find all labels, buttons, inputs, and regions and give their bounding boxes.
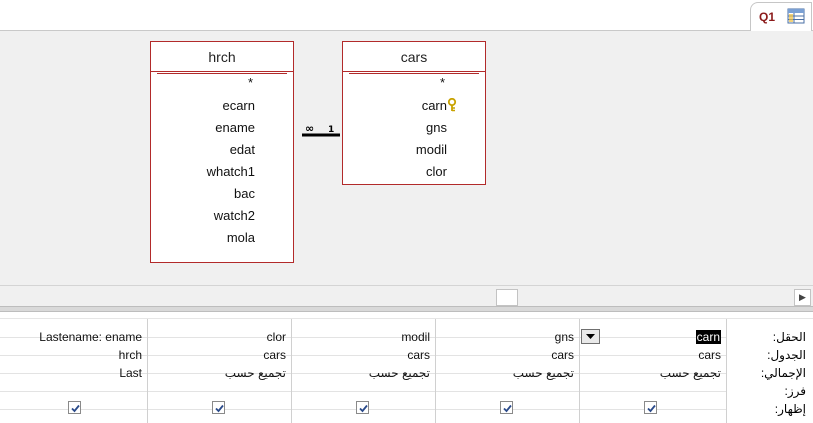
relationship-line[interactable]: ∞ 1 <box>302 122 340 142</box>
query-table-icon <box>787 8 805 24</box>
row-labels: الحقل: الجدول: الإجمالي: فرز: إظهار: <box>727 319 813 423</box>
show-checkbox[interactable] <box>212 401 225 414</box>
show-checkbox[interactable] <box>644 401 657 414</box>
field-modil[interactable]: modil <box>416 139 447 161</box>
table-cars-title[interactable]: cars <box>343 42 485 74</box>
field-whatch1[interactable]: whatch1 <box>207 161 255 183</box>
field-all[interactable]: * <box>440 72 445 94</box>
field-carn[interactable]: carn <box>422 95 447 117</box>
cell-table[interactable]: cars <box>148 346 289 364</box>
field-bac[interactable]: bac <box>234 183 255 205</box>
cell-table[interactable]: cars <box>436 346 577 364</box>
field-mola[interactable]: mola <box>227 227 255 249</box>
row-label-show: إظهار: <box>774 402 806 416</box>
cell-table[interactable]: hrch <box>4 346 145 364</box>
show-checkbox[interactable] <box>500 401 513 414</box>
show-checkbox[interactable] <box>68 401 81 414</box>
grid-column-3[interactable]: modil cars تجميع حسب <box>292 319 436 423</box>
document-tab-bar: Q1 <box>0 0 813 31</box>
primary-key-icon <box>447 97 457 112</box>
field-ecarn[interactable]: ecarn <box>222 95 255 117</box>
row-label-table: الجدول: <box>767 348 806 362</box>
tab-label: Q1 <box>759 10 776 24</box>
grid-column-2[interactable]: gns cars تجميع حسب <box>436 319 580 423</box>
table-cars[interactable]: cars * carn gns modil clor <box>342 41 486 185</box>
cell-total[interactable]: تجميع حسب <box>580 364 724 382</box>
column-selector-strip[interactable] <box>0 312 813 319</box>
cell-table[interactable]: cars <box>292 346 433 364</box>
grid-column-1[interactable]: carn cars تجميع حسب <box>580 319 727 423</box>
cell-field[interactable]: gns <box>436 328 577 346</box>
chevron-down-icon <box>586 334 595 339</box>
cell-field[interactable]: carn <box>580 328 724 346</box>
many-symbol: ∞ <box>305 122 314 135</box>
field-edat[interactable]: edat <box>230 139 255 161</box>
cell-total[interactable]: تجميع حسب <box>148 364 289 382</box>
row-label-sort: فرز: <box>784 384 807 398</box>
field-all[interactable]: * <box>248 72 253 94</box>
show-checkbox[interactable] <box>356 401 369 414</box>
row-label-field: الحقل: <box>772 330 806 344</box>
cell-total[interactable]: تجميع حسب <box>292 364 433 382</box>
one-symbol: 1 <box>328 125 334 135</box>
cell-field[interactable]: Lastename: ename <box>4 328 145 346</box>
grid-column-4[interactable]: clor cars تجميع حسب <box>148 319 292 423</box>
query-design-pane[interactable]: hrch * ecarn ename edat whatch1 bac watc… <box>0 31 813 285</box>
field-clor[interactable]: clor <box>426 161 447 183</box>
tab-q1[interactable]: Q1 <box>750 2 812 31</box>
field-ename[interactable]: ename <box>215 117 255 139</box>
cell-total[interactable]: Last <box>4 364 145 382</box>
cell-field[interactable]: modil <box>292 328 433 346</box>
table-hrch[interactable]: hrch * ecarn ename edat whatch1 bac watc… <box>150 41 294 263</box>
cell-total[interactable]: تجميع حسب <box>436 364 577 382</box>
scroll-right-arrow-icon[interactable]: ▶ <box>794 289 811 306</box>
field-gns[interactable]: gns <box>426 117 447 139</box>
table-hrch-title[interactable]: hrch <box>151 42 293 74</box>
design-horizontal-scrollbar[interactable]: ▶ <box>0 285 813 306</box>
query-design-grid[interactable]: carn cars تجميع حسب gns cars تجميع حسب m… <box>0 312 813 423</box>
cell-field[interactable]: clor <box>148 328 289 346</box>
scrollbar-thumb[interactable] <box>496 289 518 306</box>
field-dropdown-button[interactable] <box>581 329 600 344</box>
grid-column-5[interactable]: Lastename: ename hrch Last <box>4 319 148 423</box>
row-label-total: الإجمالي: <box>760 366 806 380</box>
cell-table[interactable]: cars <box>580 346 724 364</box>
field-watch2[interactable]: watch2 <box>214 205 255 227</box>
